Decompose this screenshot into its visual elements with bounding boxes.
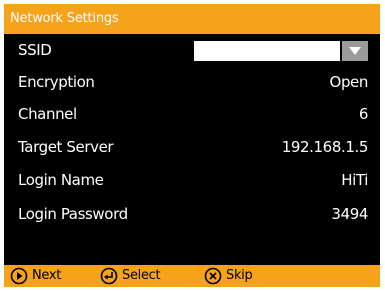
row-ssid[interactable]: SSID bbox=[4, 34, 380, 66]
select-label: Select bbox=[122, 268, 161, 283]
select-hint[interactable]: Select bbox=[100, 265, 182, 287]
login-name-label: Login Name bbox=[18, 171, 104, 189]
next-label: Next bbox=[32, 268, 62, 283]
login-password-label: Login Password bbox=[18, 205, 128, 223]
footer-bar: Next Select Skip bbox=[4, 265, 380, 287]
row-login-name[interactable]: Login Name HiTi bbox=[4, 164, 380, 196]
title-bar: Network Settings bbox=[4, 4, 380, 34]
login-name-value: HiTi bbox=[341, 171, 368, 189]
ssid-dropdown[interactable] bbox=[194, 41, 368, 61]
network-settings-screen: Network Settings SSID Encryption Open Ch… bbox=[4, 4, 380, 287]
encryption-label: Encryption bbox=[18, 73, 95, 91]
x-circle-icon bbox=[204, 267, 222, 285]
target-server-value: 192.168.1.5 bbox=[281, 138, 369, 156]
next-hint[interactable]: Next bbox=[10, 265, 82, 287]
target-server-label: Target Server bbox=[18, 138, 114, 156]
encryption-value: Open bbox=[329, 73, 369, 91]
skip-label: Skip bbox=[226, 268, 253, 283]
row-encryption[interactable]: Encryption Open bbox=[4, 66, 380, 98]
row-channel[interactable]: Channel 6 bbox=[4, 98, 380, 130]
login-password-value: 3494 bbox=[331, 205, 368, 223]
skip-hint[interactable]: Skip bbox=[204, 265, 264, 287]
row-target-server[interactable]: Target Server 192.168.1.5 bbox=[4, 131, 380, 163]
row-login-password[interactable]: Login Password 3494 bbox=[4, 198, 380, 230]
channel-value: 6 bbox=[358, 105, 369, 123]
ssid-dropdown-button[interactable] bbox=[342, 41, 368, 61]
play-circle-icon bbox=[10, 267, 28, 285]
page-title: Network Settings bbox=[10, 11, 119, 26]
channel-label: Channel bbox=[18, 105, 77, 123]
enter-circle-icon bbox=[100, 267, 118, 285]
ssid-label: SSID bbox=[18, 41, 52, 59]
ssid-input[interactable] bbox=[194, 41, 340, 61]
triangle-down-icon bbox=[349, 47, 361, 55]
